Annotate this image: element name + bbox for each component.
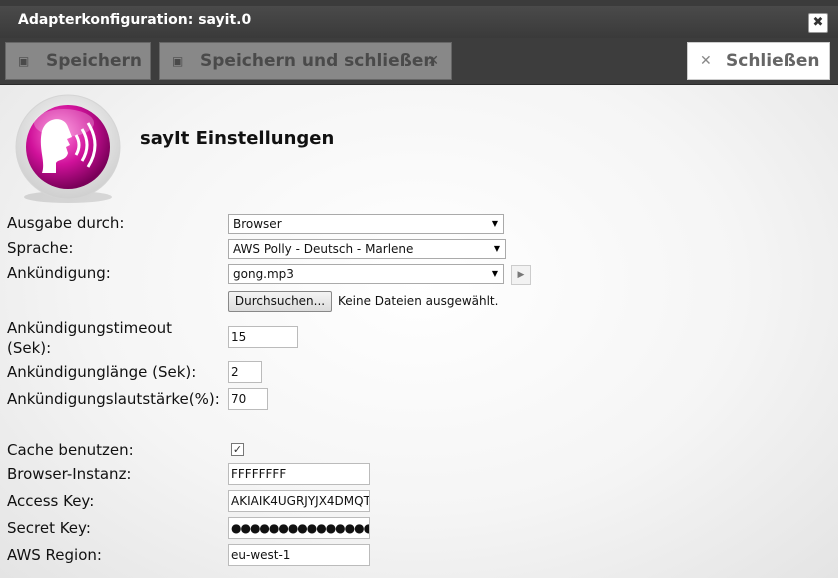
announce-volume-input[interactable]: 70 <box>228 388 268 410</box>
save-icon: ▣ <box>18 54 30 68</box>
settings-panel: sayIt Einstellungen Ausgabe durch: Brows… <box>0 85 838 578</box>
close-icon: ✕ <box>427 53 439 69</box>
dialog-titlebar: Adapterkonfiguration: sayit.0 ✖ <box>0 6 838 38</box>
access-key-input[interactable]: AKIAIK4UGRJYJX4DMQT <box>228 490 370 512</box>
aws-region-label: AWS Region: <box>7 546 102 564</box>
dialog-title: Adapterkonfiguration: sayit.0 <box>18 12 252 28</box>
toolbar: ▣ Speichern ▣ Speichern und schließen ✕ … <box>0 38 838 85</box>
language-select[interactable]: AWS Polly - Deutsch - Marlene ▼ <box>228 239 506 259</box>
close-button-label: Schließen <box>726 51 820 71</box>
chevron-down-icon: ▼ <box>491 219 498 228</box>
play-icon[interactable]: ▶ <box>511 265 531 285</box>
close-icon: ✕ <box>700 53 712 69</box>
file-status: Keine Dateien ausgewählt. <box>338 294 499 308</box>
announce-timeout-label-line2: (Sek): <box>7 339 52 357</box>
save-and-close-button-label: Speichern und schließen <box>200 51 436 71</box>
cache-checkbox[interactable]: ✓ <box>231 443 244 456</box>
announce-volume-label: Ankündigungslautstärke(%): <box>7 390 220 408</box>
announce-timeout-label-line1: Ankündigungstimeout <box>7 319 173 337</box>
save-and-close-button[interactable]: ▣ Speichern und schließen ✕ <box>159 42 452 80</box>
browse-button[interactable]: Durchsuchen... <box>228 291 332 312</box>
sayit-logo-icon <box>15 94 121 203</box>
announce-label: Ankündigung: <box>7 264 111 282</box>
secret-key-label: Secret Key: <box>7 519 91 537</box>
language-select-value: AWS Polly - Deutsch - Marlene <box>233 242 414 256</box>
chevron-down-icon: ▼ <box>491 269 498 278</box>
aws-region-input[interactable]: eu-west-1 <box>228 544 370 566</box>
browser-instance-input[interactable]: FFFFFFFF <box>228 463 370 485</box>
output-label: Ausgabe durch: <box>7 214 125 232</box>
page-title: sayIt Einstellungen <box>140 128 335 149</box>
access-key-label: Access Key: <box>7 492 95 510</box>
announce-length-input[interactable]: 2 <box>228 361 262 383</box>
close-button[interactable]: ✕ Schließen <box>687 42 830 80</box>
output-select[interactable]: Browser ▼ <box>228 214 504 234</box>
cache-label: Cache benutzen: <box>7 441 134 459</box>
browser-instance-label: Browser-Instanz: <box>7 465 132 483</box>
language-label: Sprache: <box>7 239 74 257</box>
output-select-value: Browser <box>233 217 282 231</box>
save-button-label: Speichern <box>46 51 142 71</box>
dialog-close-icon[interactable]: ✖ <box>808 13 828 33</box>
announce-length-label: Ankündigunglänge (Sek): <box>7 363 197 381</box>
secret-key-input[interactable]: ●●●●●●●●●●●●●●●●● <box>228 517 370 539</box>
save-icon: ▣ <box>172 54 184 68</box>
announce-select-value: gong.mp3 <box>233 267 294 281</box>
announce-timeout-input[interactable]: 15 <box>228 326 298 348</box>
save-button[interactable]: ▣ Speichern <box>5 42 151 80</box>
announce-select[interactable]: gong.mp3 ▼ <box>228 264 504 284</box>
chevron-down-icon: ▼ <box>493 244 500 253</box>
